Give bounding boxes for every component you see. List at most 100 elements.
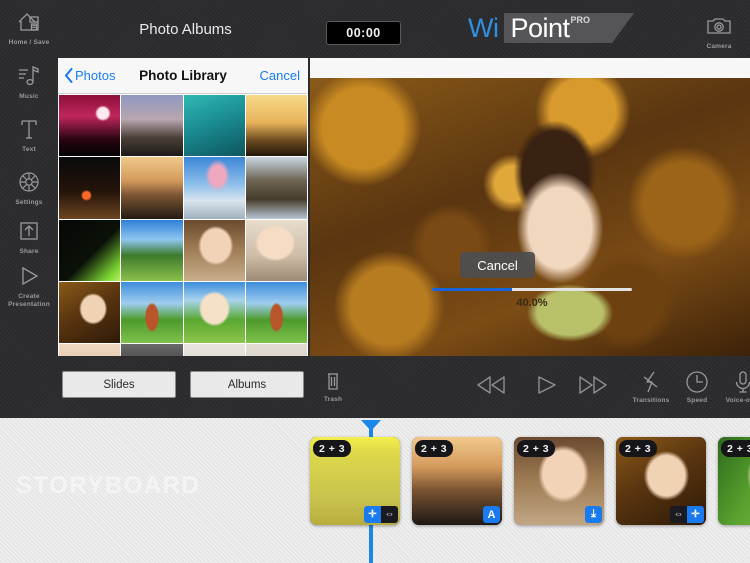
photo-thumbnail[interactable]: [183, 157, 245, 219]
rewind-button[interactable]: [476, 375, 508, 395]
partial-portrait-3-art: [245, 344, 307, 356]
sidebar-label-share: Share: [19, 248, 39, 255]
badge-left-icon[interactable]: ⇔: [670, 506, 687, 523]
preview-image: [310, 78, 750, 356]
photo-thumbnail[interactable]: [121, 344, 183, 356]
picker-back-button[interactable]: Photos: [64, 68, 115, 83]
bay-bridge-sunset-art: [121, 157, 183, 219]
sidebar-item-settings[interactable]: Settings: [0, 168, 58, 207]
download-cancel-label: Cancel: [477, 257, 518, 273]
slide-action-badge[interactable]: ⤓: [585, 506, 602, 523]
badge-single-icon[interactable]: A: [483, 506, 500, 523]
progress-track: [432, 288, 632, 291]
sidebar-item-share[interactable]: Share: [0, 217, 58, 256]
photo-thumbnail[interactable]: [121, 281, 183, 343]
photo-thumbnail[interactable]: [59, 344, 121, 356]
music-note-icon: [14, 62, 44, 90]
speed-button[interactable]: Speed: [674, 368, 720, 405]
slide-count-badge: 2 + 3: [721, 440, 750, 457]
share-upload-icon: [14, 217, 44, 245]
storyboard-card[interactable]: 2 + 3 ⤓: [514, 437, 604, 525]
storyboard-watermark: STORYBOARD: [16, 472, 201, 499]
badge-single-icon[interactable]: ⤓: [585, 506, 602, 523]
storyboard-card[interactable]: 2 + 3 ✛ ⇔: [310, 437, 400, 525]
camera-button[interactable]: Camera: [696, 12, 742, 51]
slides-button[interactable]: Slides: [62, 371, 176, 398]
slide-action-badge[interactable]: ✛ ⇔: [364, 506, 398, 523]
storyboard-card[interactable]: 2 + 3 A: [412, 437, 502, 525]
photo-thumbnail[interactable]: [183, 281, 245, 343]
albums-button[interactable]: Albums: [190, 371, 304, 398]
fast-forward-button[interactable]: [578, 375, 610, 395]
sidebar-item-home-save[interactable]: Home / Save: [0, 8, 58, 47]
slide-count-badge: 2 + 3: [313, 440, 352, 457]
trash-label: Trash: [323, 396, 343, 403]
timer-display[interactable]: 00:00: [326, 21, 401, 45]
girl-portrait-smile-art: [183, 219, 245, 281]
photo-thumbnail[interactable]: [59, 219, 121, 281]
trash-button[interactable]: Trash: [314, 367, 352, 404]
badge-right-icon[interactable]: ✛: [687, 506, 704, 523]
partial-portrait-1-art: [59, 344, 121, 356]
wipoint-pro-app: Home / Save Music Text Settings Share Cr…: [0, 0, 750, 563]
picker-cancel-button[interactable]: Cancel: [260, 68, 300, 83]
transitions-label: Transitions: [632, 397, 670, 404]
text-t-icon: [14, 115, 44, 143]
photo-thumbnail[interactable]: [59, 95, 121, 157]
slide-count-badge: 2 + 3: [619, 440, 658, 457]
slide-action-badge[interactable]: A: [483, 506, 500, 523]
lightning-bolt-icon: [636, 368, 666, 394]
voice-over-button[interactable]: Voice-over: [720, 368, 750, 405]
photo-thumbnail[interactable]: [183, 344, 245, 356]
logo-main: Point: [510, 12, 570, 43]
transitions-button[interactable]: Transitions: [628, 368, 674, 405]
sidebar-label-music: Music: [19, 93, 39, 100]
sidebar-label-create-presentation: Create Presentation: [8, 293, 50, 308]
red-night-moon-art: [59, 95, 121, 157]
photo-thumbnail[interactable]: [245, 95, 307, 157]
editor-top-region: Home / Save Music Text Settings Share Cr…: [0, 0, 750, 418]
sidebar-item-text[interactable]: Text: [0, 115, 58, 154]
sidebar-label-text: Text: [22, 146, 36, 153]
photo-thumbnail[interactable]: [245, 344, 307, 356]
app-logo: Wi Point PRO: [468, 10, 634, 46]
preview-top-bar: [310, 58, 750, 78]
app-header: Photo Albums 00:00 Wi Point PRO Camera: [58, 0, 750, 58]
microphone-icon: [728, 368, 750, 394]
photo-thumbnail[interactable]: [59, 281, 121, 343]
partial-bw-photo-art: [121, 344, 183, 356]
fast-forward-icon: [579, 376, 607, 394]
meerkat-grass-sky-art: [121, 281, 183, 343]
slide-action-badge[interactable]: ⇔ ✛: [670, 506, 704, 523]
picker-navbar: Photos Photo Library Cancel: [58, 58, 308, 94]
download-cancel-button[interactable]: Cancel: [460, 252, 535, 278]
trash-icon: [318, 367, 348, 393]
badge-right-icon[interactable]: ⇔: [381, 506, 398, 523]
camera-icon: [704, 12, 734, 40]
picker-back-label: Photos: [75, 68, 116, 83]
photo-thumbnail[interactable]: [121, 95, 183, 157]
photo-thumbnail[interactable]: [245, 281, 307, 343]
photo-thumbnail[interactable]: [121, 219, 183, 281]
storyboard-card[interactable]: 2 + 3 ⇔✛: [616, 437, 706, 525]
page-title-text: Photo Albums: [139, 20, 232, 38]
photo-thumbnail[interactable]: [183, 219, 245, 281]
sidebar-item-music[interactable]: Music: [0, 62, 58, 101]
clock-icon: [682, 368, 712, 394]
page-title: Photo Albums: [58, 0, 313, 58]
speed-label: Speed: [686, 397, 708, 404]
timer-value: 00:00: [346, 26, 381, 40]
sidebar-label-settings: Settings: [15, 199, 43, 206]
photo-thumbnail[interactable]: [245, 219, 307, 281]
sleeping-baby-art: [245, 219, 307, 281]
play-button[interactable]: [536, 375, 558, 395]
sidebar-item-create-presentation[interactable]: Create Presentation: [0, 262, 58, 309]
coastal-rock-arch-art: [245, 157, 307, 219]
logo-superscript: PRO: [570, 15, 591, 25]
photo-thumbnail[interactable]: [183, 95, 245, 157]
badge-left-icon[interactable]: ✛: [364, 506, 381, 523]
photo-thumbnail[interactable]: [245, 157, 307, 219]
storyboard-card[interactable]: 2 + 3⇔✛: [718, 437, 750, 525]
photo-thumbnail[interactable]: [121, 157, 183, 219]
photo-thumbnail[interactable]: [59, 157, 121, 219]
